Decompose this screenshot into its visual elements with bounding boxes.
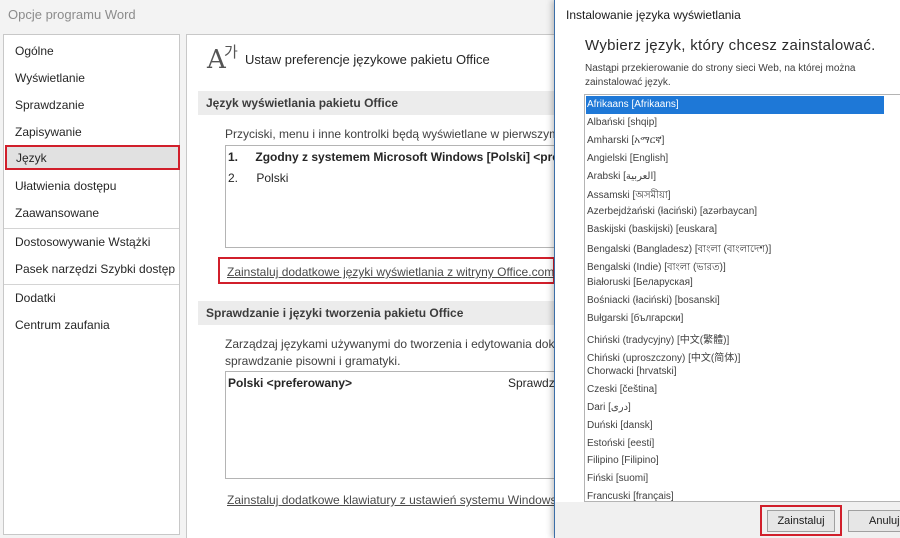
nav-divider: [4, 228, 179, 229]
language-item[interactable]: Afrikaans [Afrikaans]: [586, 96, 884, 114]
language-item[interactable]: Filipino [Filipino]: [586, 452, 884, 470]
install-button[interactable]: Zainstaluj: [767, 510, 835, 532]
language-item[interactable]: Bengalski (Bangladesz) [বাংলা (বাংলাদেশ)…: [586, 239, 884, 257]
language-item[interactable]: Arabski [العربية]: [586, 168, 884, 186]
language-item[interactable]: Chorwacki [hrvatski]: [586, 363, 884, 381]
options-nav: Ogólne Wyświetlanie Sprawdzanie Zapisywa…: [3, 34, 180, 535]
install-language-dialog: Instalowanie języka wyświetlania Wybierz…: [554, 0, 900, 538]
language-item[interactable]: Francuski [français]: [586, 488, 884, 501]
authoring-language-list[interactable]: Polski <preferowany> Sprawdza: [225, 371, 556, 479]
row-number: 2.: [228, 171, 239, 185]
display-language-row[interactable]: 1. Zgodny z systemem Microsoft Windows […: [228, 150, 556, 164]
display-language-row[interactable]: 2. Polski: [228, 171, 288, 185]
language-item[interactable]: Chiński (tradycyjny) [中文(繁體)]: [586, 328, 884, 346]
language-item[interactable]: Fiński [suomi]: [586, 470, 884, 488]
language-item[interactable]: Angielski [English]: [586, 150, 884, 168]
page-title: Ustaw preferencje językowe pakietu Offic…: [245, 52, 490, 67]
language-item[interactable]: Estoński [eesti]: [586, 435, 884, 453]
display-language-list[interactable]: 1. Zgodny z systemem Microsoft Windows […: [225, 145, 556, 248]
options-content: A 가 Ustaw preferencje językowe pakietu O…: [186, 34, 556, 538]
nav-item-accessibility[interactable]: Ułatwienia dostępu: [15, 179, 116, 193]
language-item[interactable]: Baskijski (baskijski) [euskara]: [586, 221, 884, 239]
nav-item-trust-center[interactable]: Centrum zaufania: [15, 318, 110, 332]
authoring-language-name[interactable]: Polski <preferowany>: [228, 376, 352, 390]
authoring-language-status: Sprawdza: [508, 376, 556, 390]
language-item[interactable]: Chiński (uproszczony) [中文(简体)]: [586, 346, 884, 364]
install-keyboards-link[interactable]: Zainstaluj dodatkowe klawiatury z ustawi…: [227, 493, 556, 507]
cancel-button[interactable]: Anuluj: [848, 510, 900, 532]
language-item[interactable]: Assamski [অসমীয়া]: [586, 185, 884, 203]
nav-item-advanced[interactable]: Zaawansowane: [15, 206, 99, 220]
language-item[interactable]: Bułgarski [български]: [586, 310, 884, 328]
nav-item-quick-access-toolbar[interactable]: Pasek narzędzi Szybki dostęp: [15, 262, 175, 276]
language-item[interactable]: Dari [دری]: [586, 399, 884, 417]
nav-item-display[interactable]: Wyświetlanie: [15, 71, 85, 85]
window-title: Opcje programu Word: [8, 7, 136, 22]
language-item[interactable]: Bośniacki (łaciński) [bosanski]: [586, 292, 884, 310]
row-number: 1.: [228, 150, 239, 164]
display-language-description: Przyciski, menu i inne kontrolki będą wy…: [225, 127, 556, 141]
proofing-description-line1: Zarządzaj językami używanymi do tworzeni…: [225, 337, 556, 351]
language-list[interactable]: Afrikaans [Afrikaans] Albański [shqip] A…: [584, 94, 900, 502]
nav-item-addins[interactable]: Dodatki: [15, 291, 56, 305]
language-item[interactable]: Azerbejdżański (łaciński) [azərbaycan]: [586, 203, 884, 221]
language-icon: A: [207, 45, 226, 75]
language-item[interactable]: Bengalski (Indie) [বাংলা (ভারত)]: [586, 257, 884, 275]
nav-item-proofing[interactable]: Sprawdzanie: [15, 98, 84, 112]
dialog-info-text: Nastąpi przekierowanie do strony sieci W…: [585, 63, 856, 88]
language-name: Polski: [256, 171, 289, 185]
language-item[interactable]: Albański [shqip]: [586, 114, 884, 132]
language-item[interactable]: Amharski [አማርኛ]: [586, 132, 884, 150]
dialog-heading: Wybierz język, który chcesz zainstalować…: [585, 37, 876, 54]
proofing-description-line2: sprawdzanie pisowni i gramatyki.: [225, 354, 401, 368]
language-item[interactable]: Białoruski [Беларуская]: [586, 274, 884, 292]
nav-item-save[interactable]: Zapisywanie: [15, 125, 82, 139]
dialog-title: Instalowanie języka wyświetlania: [566, 8, 741, 22]
install-display-languages-link[interactable]: Zainstaluj dodatkowe języki wyświetlania…: [227, 265, 554, 279]
nav-item-customize-ribbon[interactable]: Dostosowywanie Wstążki: [15, 235, 150, 249]
display-language-section-header: Język wyświetlania pakietu Office: [198, 91, 556, 115]
nav-divider: [4, 284, 179, 285]
language-item[interactable]: Duński [dansk]: [586, 417, 884, 435]
nav-item-language[interactable]: Język: [5, 145, 180, 170]
language-name: Zgodny z systemem Microsoft Windows [Pol…: [255, 150, 556, 164]
language-icon-glyph: 가: [224, 44, 238, 61]
nav-item-general[interactable]: Ogólne: [15, 44, 54, 58]
proofing-section-header: Sprawdzanie i języki tworzenia pakietu O…: [198, 301, 556, 325]
language-item[interactable]: Czeski [čeština]: [586, 381, 884, 399]
